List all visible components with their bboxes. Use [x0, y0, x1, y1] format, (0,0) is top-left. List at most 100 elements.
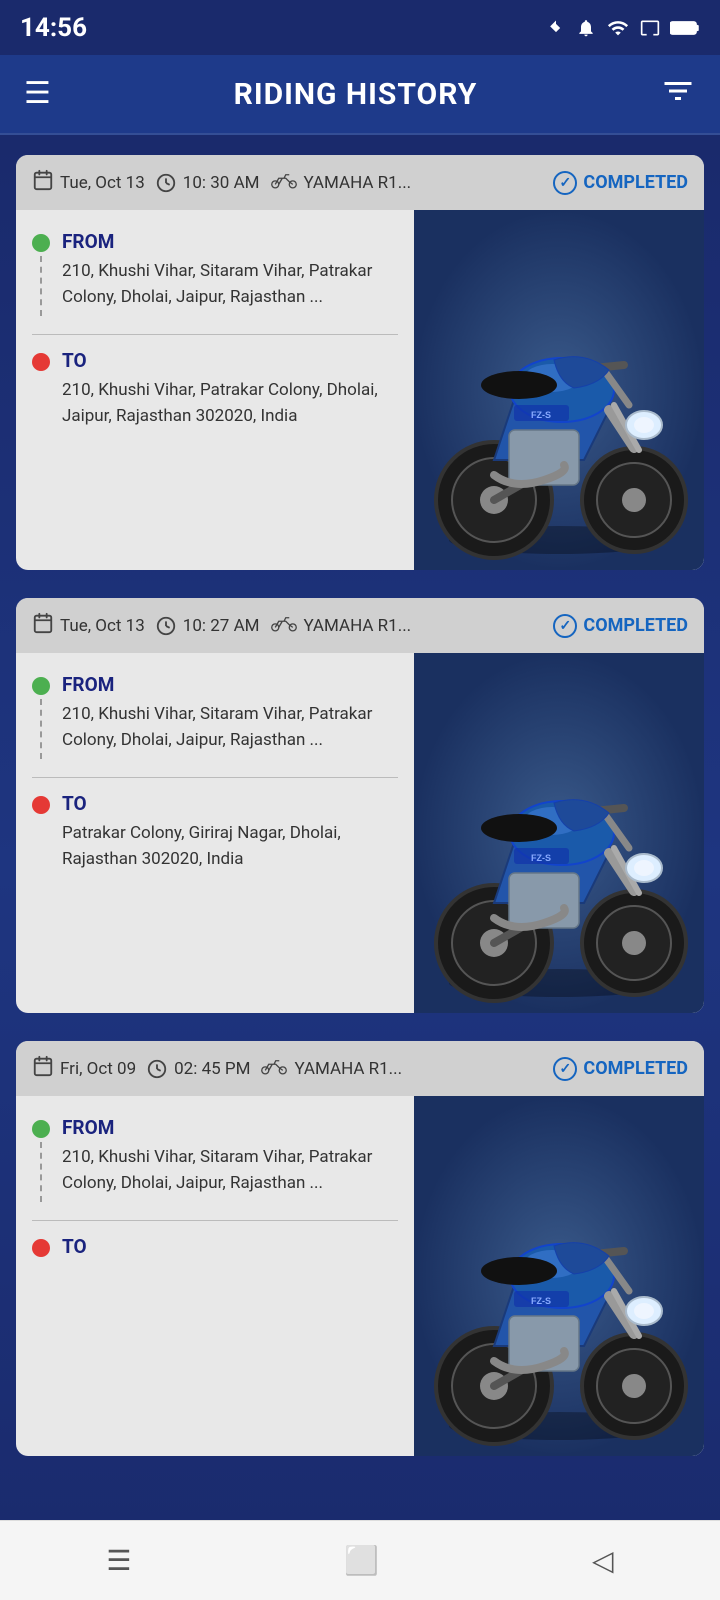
- from-indicator: [32, 1120, 50, 1206]
- status-badge-2: ✓ COMPLETED: [553, 614, 688, 638]
- ride-header-1: Tue, Oct 13 10: 30 AM YAMAHA R1... ✓ COM…: [16, 155, 704, 210]
- screen-icon: [640, 17, 660, 39]
- ride-card-3[interactable]: Fri, Oct 09 02: 45 PM YAMAHA R1... ✓ COM…: [16, 1041, 704, 1456]
- ride-header-3: Fri, Oct 09 02: 45 PM YAMAHA R1... ✓ COM…: [16, 1041, 704, 1096]
- separator: [32, 1220, 398, 1221]
- to-dot: [32, 1239, 50, 1257]
- separator: [32, 334, 398, 335]
- from-address: 210, Khushi Vihar, Sitaram Vihar, Patrak…: [62, 259, 398, 310]
- svg-text:FZ-S: FZ-S: [531, 1296, 551, 1306]
- to-label: TO: [62, 349, 398, 372]
- route-line: [40, 1142, 42, 1202]
- to-block-2: TO Patrakar Colony, Giriraj Nagar, Dhola…: [32, 792, 398, 872]
- ride-time-3: 02: 45 PM: [146, 1058, 250, 1080]
- to-indicator: [32, 796, 50, 814]
- nav-bar: ☰ ⬜ ◁: [0, 1520, 720, 1600]
- ride-time-1: 10: 30 AM: [155, 172, 260, 194]
- clock-icon: [155, 172, 177, 194]
- from-dot: [32, 1120, 50, 1138]
- from-label: FROM: [62, 230, 398, 253]
- check-icon: ✓: [553, 1057, 577, 1081]
- bluetooth-icon: [546, 17, 566, 39]
- ride-header-2: Tue, Oct 13 10: 27 AM YAMAHA R1... ✓ COM…: [16, 598, 704, 653]
- status-badge-3: ✓ COMPLETED: [553, 1057, 688, 1081]
- from-label: FROM: [62, 1116, 398, 1139]
- from-block-1: FROM 210, Khushi Vihar, Sitaram Vihar, P…: [32, 230, 398, 320]
- clock-icon: [146, 1058, 168, 1080]
- clock-icon: [155, 615, 177, 637]
- from-text-group: FROM 210, Khushi Vihar, Sitaram Vihar, P…: [62, 230, 398, 310]
- ride-image-2: FZ-S: [414, 653, 704, 1013]
- calendar-icon: [32, 169, 54, 196]
- status-label: COMPLETED: [583, 172, 688, 193]
- menu-button[interactable]: ☰: [24, 79, 51, 109]
- wifi-icon: [606, 17, 630, 39]
- to-dot: [32, 796, 50, 814]
- status-label: COMPLETED: [583, 1058, 688, 1079]
- from-indicator: [32, 234, 50, 320]
- to-text-group: TO Patrakar Colony, Giriraj Nagar, Dhola…: [62, 792, 398, 872]
- from-dot: [32, 234, 50, 252]
- calendar-icon: [32, 1055, 54, 1082]
- ride-body-3: FROM 210, Khushi Vihar, Sitaram Vihar, P…: [16, 1096, 704, 1456]
- from-block-2: FROM 210, Khushi Vihar, Sitaram Vihar, P…: [32, 673, 398, 763]
- page-title: RIDING HISTORY: [51, 77, 660, 112]
- ride-details-3: FROM 210, Khushi Vihar, Sitaram Vihar, P…: [16, 1096, 414, 1456]
- from-address: 210, Khushi Vihar, Sitaram Vihar, Patrak…: [62, 702, 398, 753]
- nav-home-icon[interactable]: ⬜: [344, 1544, 379, 1577]
- to-text-group: TO: [62, 1235, 398, 1264]
- to-text-group: TO 210, Khushi Vihar, Patrakar Colony, D…: [62, 349, 398, 429]
- ride-time-2: 10: 27 AM: [155, 615, 260, 637]
- ride-image-3: FZ-S: [414, 1096, 704, 1456]
- ride-image-1: FZ-S: [414, 210, 704, 570]
- status-label: COMPLETED: [583, 615, 688, 636]
- bike-icon: [270, 170, 298, 195]
- to-block-1: TO 210, Khushi Vihar, Patrakar Colony, D…: [32, 349, 398, 429]
- status-time: 14:56: [20, 13, 87, 43]
- nav-back-icon[interactable]: ◁: [592, 1544, 614, 1577]
- ride-vehicle-2: YAMAHA R1...: [270, 613, 412, 638]
- to-block-3: TO: [32, 1235, 398, 1264]
- content-area: Tue, Oct 13 10: 30 AM YAMAHA R1... ✓ COM…: [0, 135, 720, 1600]
- svg-text:FZ-S: FZ-S: [531, 410, 551, 420]
- from-dot: [32, 677, 50, 695]
- to-indicator: [32, 353, 50, 371]
- ride-card-2[interactable]: Tue, Oct 13 10: 27 AM YAMAHA R1... ✓ COM…: [16, 598, 704, 1013]
- from-text-group: FROM 210, Khushi Vihar, Sitaram Vihar, P…: [62, 1116, 398, 1196]
- filter-button[interactable]: [660, 73, 696, 116]
- nav-menu-icon[interactable]: ☰: [106, 1544, 131, 1577]
- status-badge-1: ✓ COMPLETED: [553, 171, 688, 195]
- to-label: TO: [62, 1235, 398, 1258]
- bike-icon: [270, 613, 298, 638]
- check-icon: ✓: [553, 171, 577, 195]
- app-header: ☰ RIDING HISTORY: [0, 55, 720, 135]
- from-label: FROM: [62, 673, 398, 696]
- ride-body-2: FROM 210, Khushi Vihar, Sitaram Vihar, P…: [16, 653, 704, 1013]
- ride-details-1: FROM 210, Khushi Vihar, Sitaram Vihar, P…: [16, 210, 414, 570]
- to-address: Patrakar Colony, Giriraj Nagar, Dholai, …: [62, 821, 398, 872]
- bike-icon: [260, 1056, 288, 1081]
- ride-details-2: FROM 210, Khushi Vihar, Sitaram Vihar, P…: [16, 653, 414, 1013]
- status-icons: [546, 17, 700, 39]
- ride-date-2: Tue, Oct 13: [32, 612, 145, 639]
- ride-date-3: Fri, Oct 09: [32, 1055, 136, 1082]
- route-line: [40, 256, 42, 316]
- separator: [32, 777, 398, 778]
- ride-card-1[interactable]: Tue, Oct 13 10: 30 AM YAMAHA R1... ✓ COM…: [16, 155, 704, 570]
- from-text-group: FROM 210, Khushi Vihar, Sitaram Vihar, P…: [62, 673, 398, 753]
- to-dot: [32, 353, 50, 371]
- status-bar: 14:56: [0, 0, 720, 55]
- svg-text:FZ-S: FZ-S: [531, 853, 551, 863]
- from-address: 210, Khushi Vihar, Sitaram Vihar, Patrak…: [62, 1145, 398, 1196]
- ride-date-1: Tue, Oct 13: [32, 169, 145, 196]
- battery-icon: [670, 17, 700, 39]
- from-block-3: FROM 210, Khushi Vihar, Sitaram Vihar, P…: [32, 1116, 398, 1206]
- notification-icon: [576, 17, 596, 39]
- ride-body-1: FROM 210, Khushi Vihar, Sitaram Vihar, P…: [16, 210, 704, 570]
- to-address: 210, Khushi Vihar, Patrakar Colony, Dhol…: [62, 378, 398, 429]
- to-indicator: [32, 1239, 50, 1257]
- check-icon: ✓: [553, 614, 577, 638]
- calendar-icon: [32, 612, 54, 639]
- to-label: TO: [62, 792, 398, 815]
- ride-vehicle-3: YAMAHA R1...: [260, 1056, 402, 1081]
